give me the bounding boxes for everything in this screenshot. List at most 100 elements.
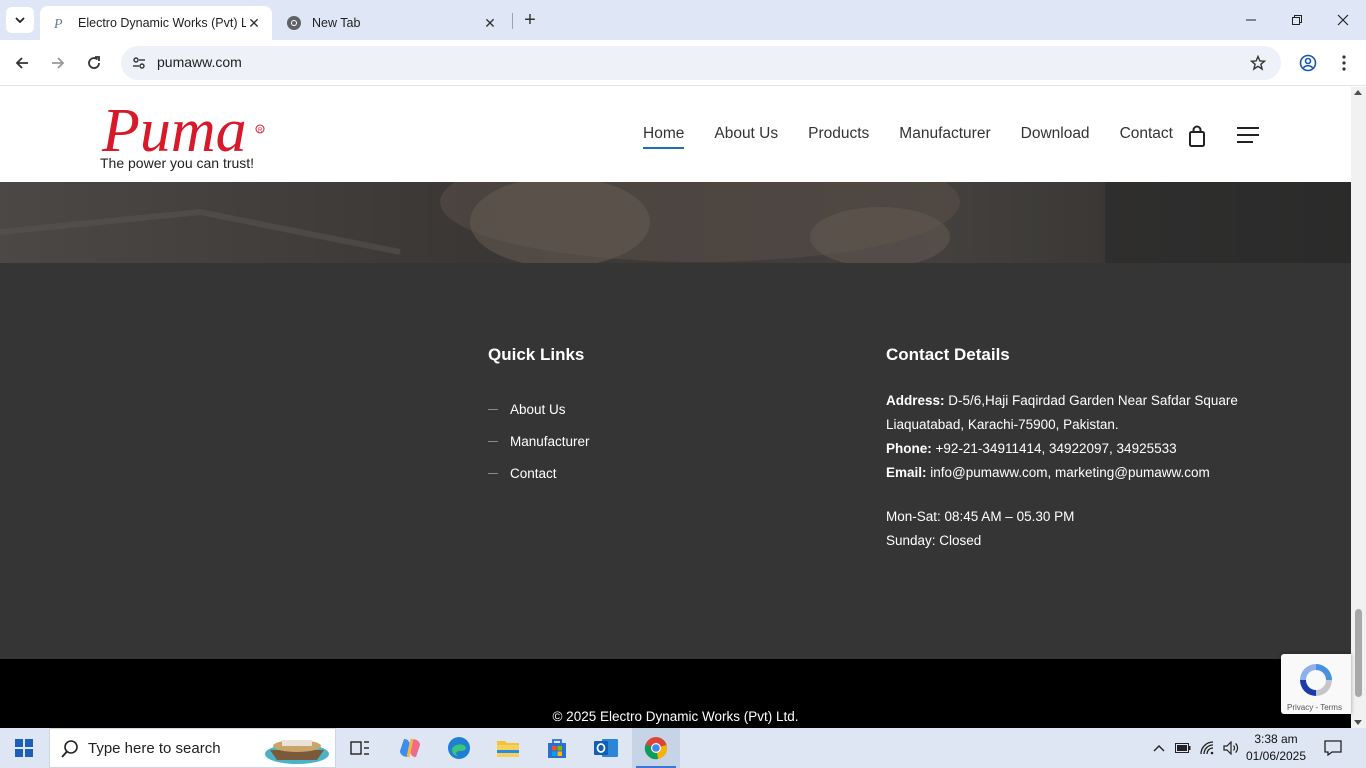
- reload-icon: [88, 56, 100, 69]
- scrollbar-thumb[interactable]: [1355, 609, 1362, 697]
- windows-logo-icon: [15, 739, 33, 757]
- notification-icon: [1324, 740, 1342, 756]
- minimize-button[interactable]: [1228, 0, 1274, 40]
- main-nav: Home About Us Products Manufacturer Down…: [643, 125, 1203, 149]
- nav-home[interactable]: Home: [643, 125, 685, 149]
- close-tab-icon[interactable]: ✕: [246, 15, 262, 31]
- email-value[interactable]: info@pumaww.com, marketing@pumaww.com: [930, 465, 1210, 480]
- tab-title: Electro Dynamic Works (Pvt) Ltd: [78, 16, 246, 30]
- email-label: Email:: [886, 465, 927, 480]
- tab-search-button[interactable]: [6, 7, 34, 33]
- copyright-bar: © 2025 Electro Dynamic Works (Pvt) Ltd.: [0, 659, 1351, 728]
- nav-download[interactable]: Download: [1021, 125, 1090, 143]
- dash-icon: [488, 408, 498, 410]
- scroll-down-arrow-icon[interactable]: [1354, 720, 1362, 725]
- page-viewport: Puma R The power you can trust! Home Abo…: [0, 87, 1351, 728]
- nav-manufacturer[interactable]: Manufacturer: [899, 125, 990, 143]
- recaptcha-links[interactable]: Privacy - Terms: [1287, 703, 1342, 712]
- phone-value: +92-21-34911414, 34922097, 34925533: [935, 441, 1177, 456]
- site-footer: Quick Links About Us Manufacturer Contac…: [0, 263, 1351, 659]
- arrow-left-icon: [15, 57, 28, 69]
- svg-text:Puma: Puma: [101, 97, 247, 157]
- browser-toolbar: pumaww.com: [0, 40, 1366, 86]
- page-scrollbar[interactable]: [1351, 87, 1366, 728]
- edge-button[interactable]: [435, 728, 483, 768]
- chrome-icon: [286, 15, 302, 31]
- profile-button[interactable]: [1294, 49, 1322, 77]
- notifications-button[interactable]: [1318, 728, 1348, 768]
- microsoft-store-button[interactable]: [533, 728, 581, 768]
- quick-link-contact[interactable]: Contact: [488, 457, 590, 489]
- hamburger-menu-icon[interactable]: [1237, 126, 1259, 144]
- puma-logo[interactable]: Puma R The power you can trust!: [100, 97, 270, 173]
- copyright-text: © 2025 Electro Dynamic Works (Pvt) Ltd.: [552, 709, 799, 724]
- battery-icon: [1175, 743, 1191, 753]
- new-tab-button[interactable]: +: [518, 8, 542, 32]
- wifi-icon: [1200, 741, 1214, 755]
- file-explorer-button[interactable]: [484, 728, 532, 768]
- contact-details: Address: D-5/6,Haji Faqirdad Garden Near…: [886, 389, 1238, 553]
- quick-link-about-us[interactable]: About Us: [488, 393, 590, 425]
- folder-icon: [497, 741, 519, 757]
- puma-wordmark: Puma R: [101, 97, 265, 165]
- close-window-button[interactable]: [1320, 0, 1366, 40]
- browser-menu-button[interactable]: [1330, 49, 1358, 77]
- taskbar-search-box[interactable]: Type here to search: [49, 728, 336, 768]
- minimize-icon: [1246, 19, 1256, 21]
- site-info-icon[interactable]: [127, 51, 151, 75]
- search-placeholder: Type here to search: [88, 740, 221, 757]
- network-button[interactable]: [1197, 728, 1219, 768]
- taskbar-clock[interactable]: 3:38 am 01/06/2025: [1240, 731, 1312, 765]
- recaptcha-badge[interactable]: Privacy - Terms: [1281, 654, 1351, 714]
- phone-line: Phone: +92-21-34911414, 34922097, 349255…: [886, 437, 1238, 461]
- hours-weekdays: Mon-Sat: 08:45 AM – 05.30 PM: [886, 509, 1075, 524]
- url-text[interactable]: pumaww.com: [157, 54, 242, 70]
- tab-new-tab[interactable]: New Tab ✕: [276, 6, 508, 40]
- restore-icon: [1292, 15, 1302, 25]
- address-label: Address:: [886, 393, 945, 408]
- quick-link-label: About Us: [510, 401, 566, 417]
- start-button[interactable]: [0, 728, 48, 768]
- search-highlight-illustration: [265, 740, 329, 764]
- back-button[interactable]: [8, 49, 36, 77]
- volume-button[interactable]: [1220, 728, 1242, 768]
- shopping-bag-icon[interactable]: [1188, 125, 1206, 147]
- task-view-button[interactable]: [336, 728, 384, 768]
- quick-link-manufacturer[interactable]: Manufacturer: [488, 425, 590, 457]
- scroll-up-arrow-icon[interactable]: [1354, 90, 1362, 95]
- svg-text:P: P: [53, 17, 63, 31]
- tab-title: New Tab: [312, 16, 361, 30]
- dash-icon: [488, 472, 498, 474]
- copilot-button[interactable]: [386, 728, 434, 768]
- address-line-2: Liaquatabad, Karachi-75900, Pakistan.: [886, 417, 1119, 432]
- profile-icon: [1299, 54, 1317, 72]
- phone-label: Phone:: [886, 441, 932, 456]
- hero-image: [0, 182, 1351, 263]
- chrome-taskbar-button[interactable]: [632, 728, 680, 768]
- forward-button[interactable]: [44, 49, 72, 77]
- nav-products[interactable]: Products: [808, 125, 869, 143]
- chevron-down-icon: [15, 17, 25, 24]
- close-icon: [1337, 14, 1349, 26]
- quick-link-label: Contact: [510, 465, 557, 481]
- address-bar[interactable]: pumaww.com: [121, 46, 1281, 80]
- clock-date: 01/06/2025: [1245, 749, 1307, 763]
- email-line: Email: info@pumaww.com, marketing@pumaww…: [886, 461, 1238, 485]
- reload-button[interactable]: [80, 49, 108, 77]
- chrome-icon: [644, 737, 667, 760]
- quick-links-heading: Quick Links: [488, 345, 585, 364]
- battery-button[interactable]: [1172, 728, 1194, 768]
- tab-separator: [512, 13, 513, 29]
- tab-strip: P Electro Dynamic Works (Pvt) Ltd ✕ New …: [0, 0, 1366, 40]
- close-tab-icon[interactable]: ✕: [482, 15, 498, 31]
- nav-about-us[interactable]: About Us: [714, 125, 778, 143]
- outlook-button[interactable]: [582, 728, 630, 768]
- tab-electro-dynamic[interactable]: P Electro Dynamic Works (Pvt) Ltd ✕: [40, 6, 272, 40]
- restore-button[interactable]: [1274, 0, 1320, 40]
- recaptcha-icon: [1300, 664, 1332, 696]
- show-hidden-icons-button[interactable]: [1148, 728, 1170, 768]
- nav-contact[interactable]: Contact: [1120, 125, 1173, 143]
- clock-time: 3:38 am: [1254, 732, 1298, 746]
- task-view-icon: [350, 741, 369, 755]
- bookmark-star-icon[interactable]: [1247, 52, 1269, 74]
